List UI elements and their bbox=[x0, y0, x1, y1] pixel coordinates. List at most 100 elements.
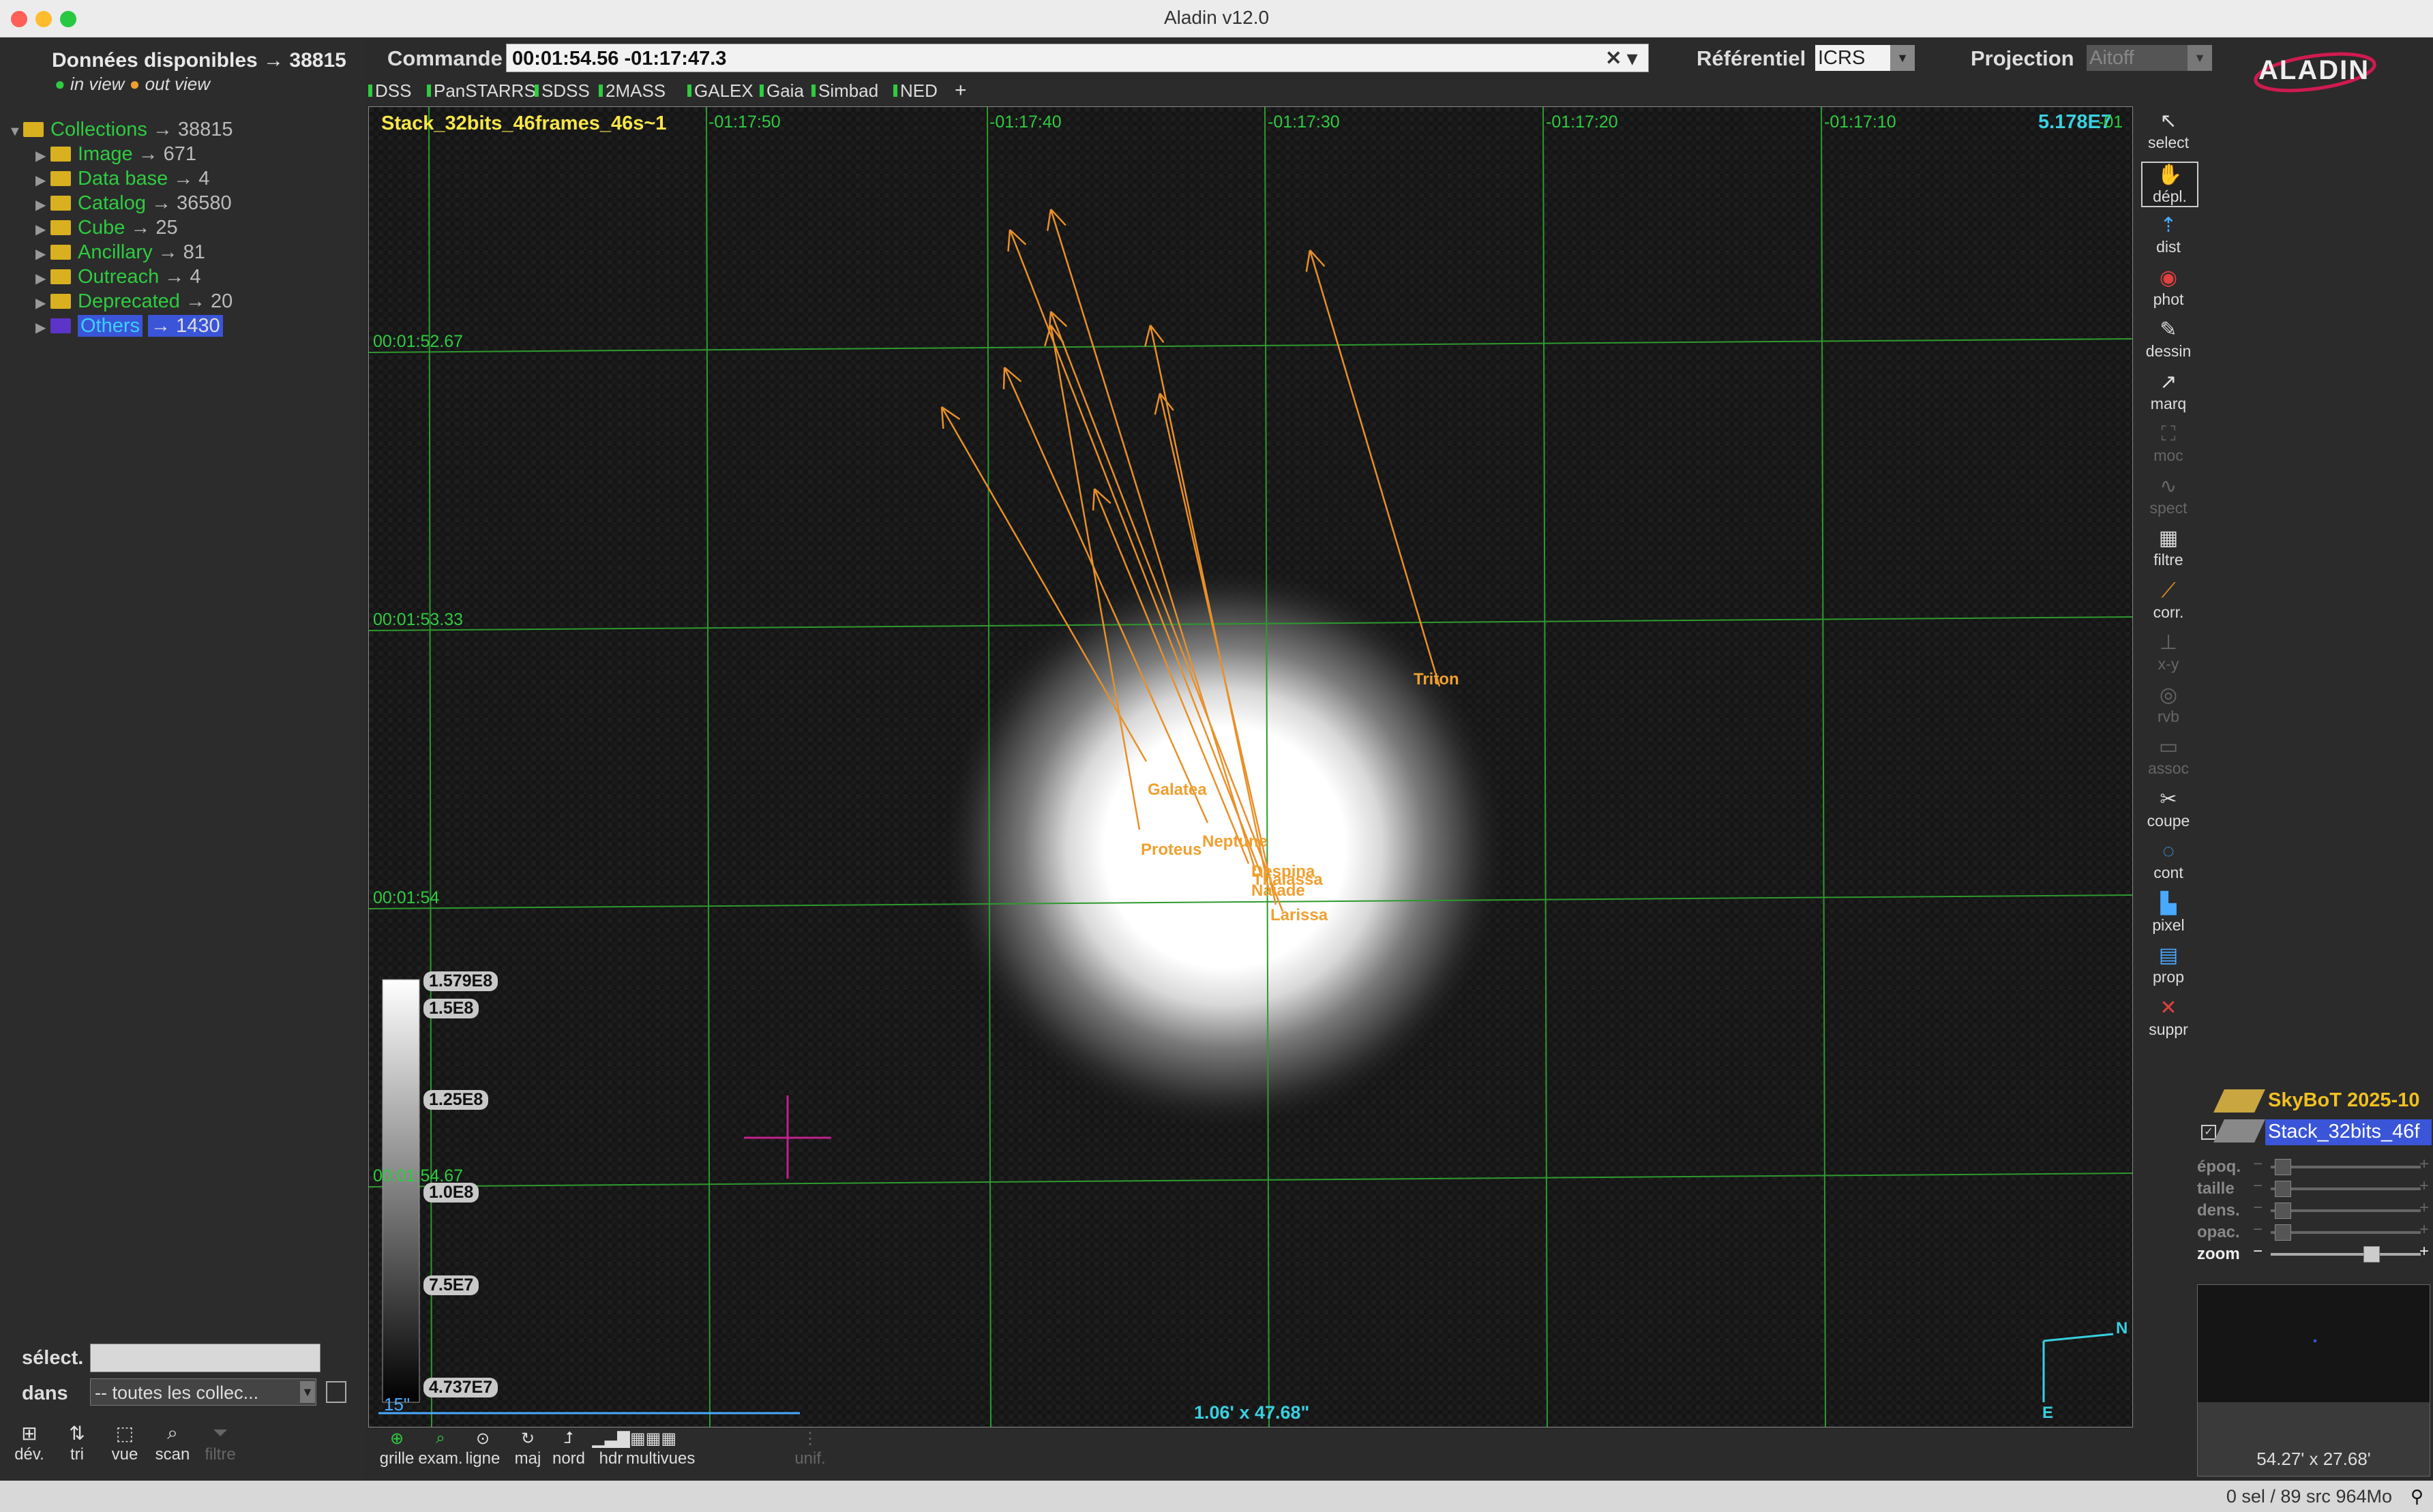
slider-track[interactable] bbox=[2271, 1188, 2421, 1190]
chevron-right-icon[interactable]: ▶ bbox=[35, 147, 50, 164]
plus-icon[interactable]: + bbox=[2419, 1242, 2429, 1261]
tree-item[interactable]: ▶ Cube → 25 bbox=[35, 217, 178, 240]
tool-label: unif. bbox=[794, 1449, 826, 1468]
tool-dist[interactable]: ⇡ dist bbox=[2141, 213, 2196, 256]
ra-tick-label: -01:17:10 bbox=[1824, 112, 1896, 132]
tree-root-collections[interactable]: ▼ Collections → 38815 bbox=[8, 119, 233, 142]
tool-dessin[interactable]: ✎ dessin bbox=[2141, 318, 2196, 361]
folder-icon bbox=[50, 147, 71, 162]
tool-suppr[interactable]: ✕ suppr bbox=[2141, 996, 2196, 1039]
projection-select[interactable]: Aitoff ▼ bbox=[2087, 45, 2212, 71]
chevron-right-icon[interactable]: ▶ bbox=[35, 172, 50, 189]
survey-shortcut[interactable]: GALEX bbox=[687, 80, 753, 102]
slider-thumb[interactable] bbox=[2275, 1203, 2291, 1219]
tool-rvb-icon: ◎ bbox=[2159, 683, 2178, 706]
dev-button[interactable]: ⊞ dév. bbox=[7, 1422, 52, 1464]
slider-thumb[interactable] bbox=[2363, 1246, 2380, 1262]
survey-shortcut[interactable]: + bbox=[955, 79, 967, 102]
tool-prop[interactable]: ▤ prop bbox=[2141, 943, 2196, 986]
slider-track[interactable] bbox=[2271, 1209, 2421, 1212]
minus-icon[interactable]: − bbox=[2253, 1155, 2263, 1174]
chevron-down-icon[interactable]: ▼ bbox=[2188, 45, 2212, 71]
tool-corr-icon: ⟋ bbox=[2161, 579, 2176, 602]
tree-item[interactable]: ▶ Others → 1430 bbox=[35, 315, 223, 338]
chevron-down-icon[interactable]: ▼ bbox=[1890, 45, 1915, 71]
tool-assoc: ▭ assoc bbox=[2141, 735, 2196, 778]
minus-icon[interactable]: − bbox=[2253, 1177, 2263, 1196]
plane-image-selected[interactable]: Stack_32bits_46f bbox=[2265, 1119, 2432, 1145]
north-label: N bbox=[2116, 1319, 2128, 1337]
tree-item-count: → 671 bbox=[138, 143, 197, 165]
tool-pixel[interactable]: ▙ pixel bbox=[2141, 892, 2196, 935]
plane-skybot[interactable]: SkyBoT 2025-10 bbox=[2268, 1089, 2419, 1112]
reference-frame-select[interactable]: ICRS ▼ bbox=[1815, 45, 1915, 71]
chevron-right-icon[interactable]: ▶ bbox=[35, 319, 50, 336]
plane-visibility-checkbox[interactable]: ✓ bbox=[2201, 1125, 2216, 1140]
chevron-right-icon[interactable]: ▶ bbox=[35, 270, 50, 287]
slider-thumb[interactable] bbox=[2275, 1181, 2291, 1197]
plus-icon[interactable]: + bbox=[2419, 1198, 2429, 1218]
plus-icon[interactable]: + bbox=[2419, 1155, 2429, 1174]
chevron-down-icon[interactable]: ▼ bbox=[8, 124, 23, 140]
minus-icon[interactable]: − bbox=[2253, 1220, 2263, 1239]
tool-marq[interactable]: ↗ marq bbox=[2141, 370, 2196, 413]
chevron-right-icon[interactable]: ▶ bbox=[35, 294, 50, 312]
multiview-button[interactable]: ▦▦▦ multivues bbox=[626, 1429, 695, 1468]
tree-item[interactable]: ▶ Data base → 4 bbox=[35, 168, 209, 191]
chevron-right-icon[interactable]: ▶ bbox=[35, 196, 50, 213]
tool-label: filtre bbox=[2153, 551, 2183, 569]
tool-label: coupe bbox=[2147, 811, 2190, 830]
survey-shortcut[interactable]: NED bbox=[893, 80, 938, 102]
tree-item[interactable]: ▶ Outreach → 4 bbox=[35, 266, 200, 289]
tool-phot[interactable]: ◉ phot bbox=[2141, 266, 2196, 309]
minus-icon[interactable]: − bbox=[2253, 1242, 2263, 1261]
scale-label: 15" bbox=[384, 1394, 411, 1415]
chevron-right-icon[interactable]: ▶ bbox=[35, 221, 50, 238]
sort-button[interactable]: ⇅ tri bbox=[55, 1422, 100, 1464]
overview-panel[interactable]: 54.27' x 27.68' bbox=[2197, 1284, 2430, 1477]
tool-moc-icon: ⛶ bbox=[2161, 423, 2176, 445]
survey-shortcut[interactable]: PanSTARRS bbox=[427, 80, 536, 102]
tool-cont[interactable]: ◌ cont bbox=[2141, 839, 2196, 882]
survey-shortcut[interactable]: Simbad bbox=[811, 80, 878, 102]
tool-select[interactable]: ↖ select bbox=[2141, 109, 2196, 152]
tool-phot-icon: ◉ bbox=[2159, 266, 2178, 289]
tool-filtre[interactable]: ▦ filtre bbox=[2141, 526, 2196, 569]
chevron-right-icon[interactable]: ▶ bbox=[35, 245, 50, 262]
chevron-down-icon[interactable]: ▼ bbox=[300, 1381, 315, 1403]
clear-icon[interactable]: ✕ ▾ bbox=[1605, 44, 1637, 73]
tool-coupe[interactable]: ✂ coupe bbox=[2141, 787, 2196, 830]
filter-button: ⏷ filtre bbox=[198, 1422, 243, 1464]
slider-track[interactable] bbox=[2271, 1253, 2421, 1256]
survey-shortcut[interactable]: SDSS bbox=[535, 80, 590, 102]
plus-icon[interactable]: + bbox=[2419, 1177, 2429, 1196]
view-button[interactable]: ⬚ vue bbox=[102, 1422, 147, 1464]
collection-filter-dropdown[interactable]: -- toutes les collec... bbox=[90, 1378, 316, 1406]
tree-item[interactable]: ▶ Catalog → 36580 bbox=[35, 192, 232, 215]
select-input[interactable] bbox=[90, 1344, 320, 1372]
slider-track[interactable] bbox=[2271, 1231, 2421, 1234]
slider-thumb[interactable] bbox=[2275, 1159, 2291, 1175]
colorbar-label: 7.5E7 bbox=[423, 1275, 479, 1295]
tree-item[interactable]: ▶ Image → 671 bbox=[35, 143, 196, 166]
save-filter-icon[interactable] bbox=[326, 1381, 346, 1403]
tree-item[interactable]: ▶ Ancillary → 81 bbox=[35, 241, 205, 264]
tree-item-label: Others bbox=[78, 315, 143, 337]
survey-shortcut[interactable]: DSS bbox=[368, 80, 411, 102]
survey-shortcut[interactable]: 2MASS bbox=[599, 80, 666, 102]
plus-icon[interactable]: + bbox=[2419, 1220, 2429, 1239]
tool-corr[interactable]: ⟋ corr. bbox=[2141, 579, 2196, 622]
tree-item-label: Collections bbox=[50, 119, 147, 140]
sky-view[interactable]: Stack_32bits_46frames_46s~1 5.178E7 -01:… bbox=[368, 106, 2133, 1427]
slider-label: époq. bbox=[2197, 1158, 2241, 1176]
survey-shortcut[interactable]: Gaia bbox=[760, 80, 804, 102]
tool-pixel-icon: ▙ bbox=[2160, 892, 2177, 915]
scan-button[interactable]: ⌕ scan bbox=[150, 1422, 195, 1464]
minus-icon[interactable]: − bbox=[2253, 1198, 2263, 1218]
tool-dpl[interactable]: ✋ dépl. bbox=[2141, 161, 2198, 207]
out-view-dot: ● bbox=[129, 74, 140, 94]
slider-thumb[interactable] bbox=[2275, 1224, 2291, 1241]
slider-track[interactable] bbox=[2271, 1166, 2421, 1168]
tree-item[interactable]: ▶ Deprecated → 20 bbox=[35, 290, 233, 314]
collections-tree: ▼ Collections → 38815 ▶ Image → 671 ▶ Data base… bbox=[0, 119, 365, 391]
